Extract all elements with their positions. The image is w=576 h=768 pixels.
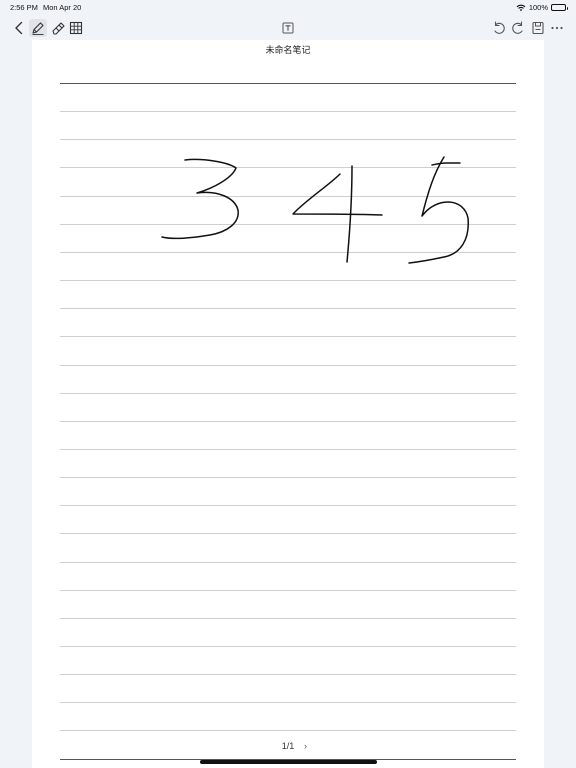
eraser-tool-button[interactable] [49, 19, 67, 37]
grid-tool-button[interactable] [67, 19, 85, 37]
status-bar: 2:56 PM Mon Apr 20 100% [0, 0, 576, 14]
battery-icon [551, 4, 568, 11]
pen-tool-button[interactable] [29, 19, 47, 37]
note-page[interactable]: 未命名笔记 1/1 › [32, 40, 544, 768]
text-box-icon [282, 22, 294, 34]
eraser-icon [52, 22, 65, 35]
redo-button[interactable] [509, 19, 527, 37]
ink-stroke-digit-5-a [431, 162, 461, 166]
battery-percent: 100% [528, 3, 548, 12]
undo-button[interactable] [490, 19, 508, 37]
status-time: 2:56 PM [10, 3, 38, 12]
page-indicator: 1/1 [281, 741, 295, 751]
toolbar [0, 14, 576, 42]
grid-icon [69, 21, 83, 35]
wifi-icon [516, 4, 526, 11]
ink-stroke-digit-5-b [408, 156, 469, 264]
pen-icon [32, 22, 44, 35]
handwriting-canvas[interactable] [32, 40, 544, 768]
next-page-button[interactable]: › [304, 741, 307, 751]
ink-stroke-digit-3 [161, 158, 239, 240]
status-date: Mon Apr 20 [43, 3, 82, 12]
save-button[interactable] [529, 19, 547, 37]
home-indicator [200, 760, 377, 764]
more-button[interactable] [548, 19, 566, 37]
ink-stroke-digit-4-a [292, 173, 383, 216]
save-icon [532, 21, 544, 35]
more-icon [551, 26, 563, 30]
text-box-button[interactable] [279, 19, 297, 37]
status-indicators: 100% [516, 3, 568, 12]
back-icon [15, 21, 23, 35]
undo-icon [494, 21, 505, 34]
back-button[interactable] [10, 19, 28, 37]
redo-icon [512, 21, 523, 34]
